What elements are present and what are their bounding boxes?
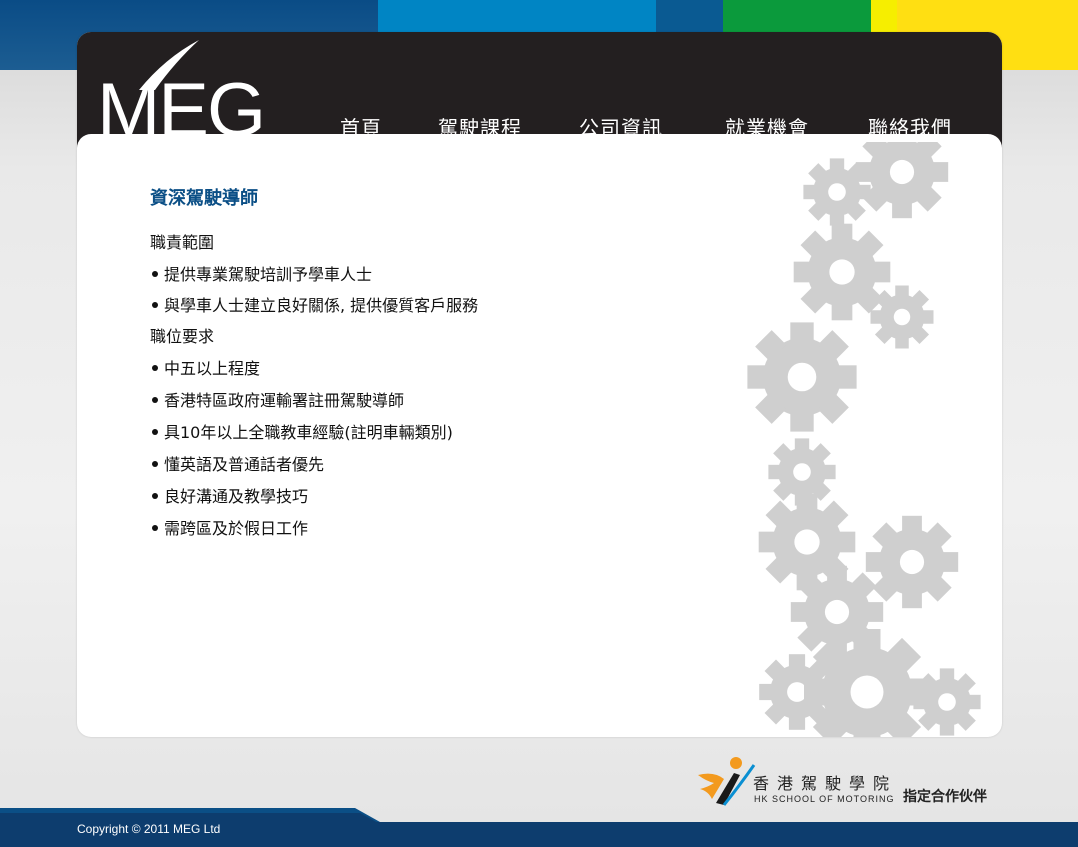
nav-home[interactable]: 首頁 (340, 112, 382, 141)
job-title: 資深駕駛導師 (150, 188, 258, 209)
nav-driving-courses[interactable]: 駕駛課程 (438, 112, 522, 141)
meg-logo[interactable]: MEG (95, 40, 295, 140)
logo-text: MEG (97, 68, 264, 140)
list-item: 香港特區政府運輸署註冊駕駛導師 (150, 387, 404, 411)
list-item: 提供專業駕駛培訓予學車人士 (150, 261, 372, 285)
list-item: 良好溝通及教學技巧 (150, 483, 308, 507)
partner-logo-figure (698, 773, 724, 799)
list-item: 具10年以上全職教車經驗(註明車輛類別) (150, 419, 453, 443)
requirements-heading: 職位要求 (150, 327, 215, 346)
nav-contact-us[interactable]: 聯絡我們 (868, 112, 952, 141)
partner-name-zh: 香港駕駛學院 (753, 774, 898, 793)
main-card: MEG 首頁 駕駛課程 公司資訊 就業機會 聯絡我們 資深駕駛導師 職責範圍 提… (77, 32, 1002, 737)
responsibilities-heading: 職責範圍 (150, 233, 215, 252)
list-item: 懂英語及普通話者優先 (150, 451, 324, 475)
nav-company-info[interactable]: 公司資訊 (579, 112, 663, 141)
partner-name-en: HK SCHOOL OF MOTORING (754, 794, 895, 804)
partner-logo-head (730, 757, 742, 769)
list-item: 需跨區及於假日工作 (150, 515, 308, 539)
list-item: 與學車人士建立良好關係, 提供優質客戶服務 (150, 292, 478, 316)
gears-decoration (747, 142, 981, 737)
nav-careers[interactable]: 就業機會 (725, 112, 809, 141)
copyright-text: Copyright © 2011 MEG Ltd (77, 822, 221, 836)
partner-role: 指定合作伙伴 (903, 789, 987, 805)
list-item: 中五以上程度 (150, 355, 260, 379)
